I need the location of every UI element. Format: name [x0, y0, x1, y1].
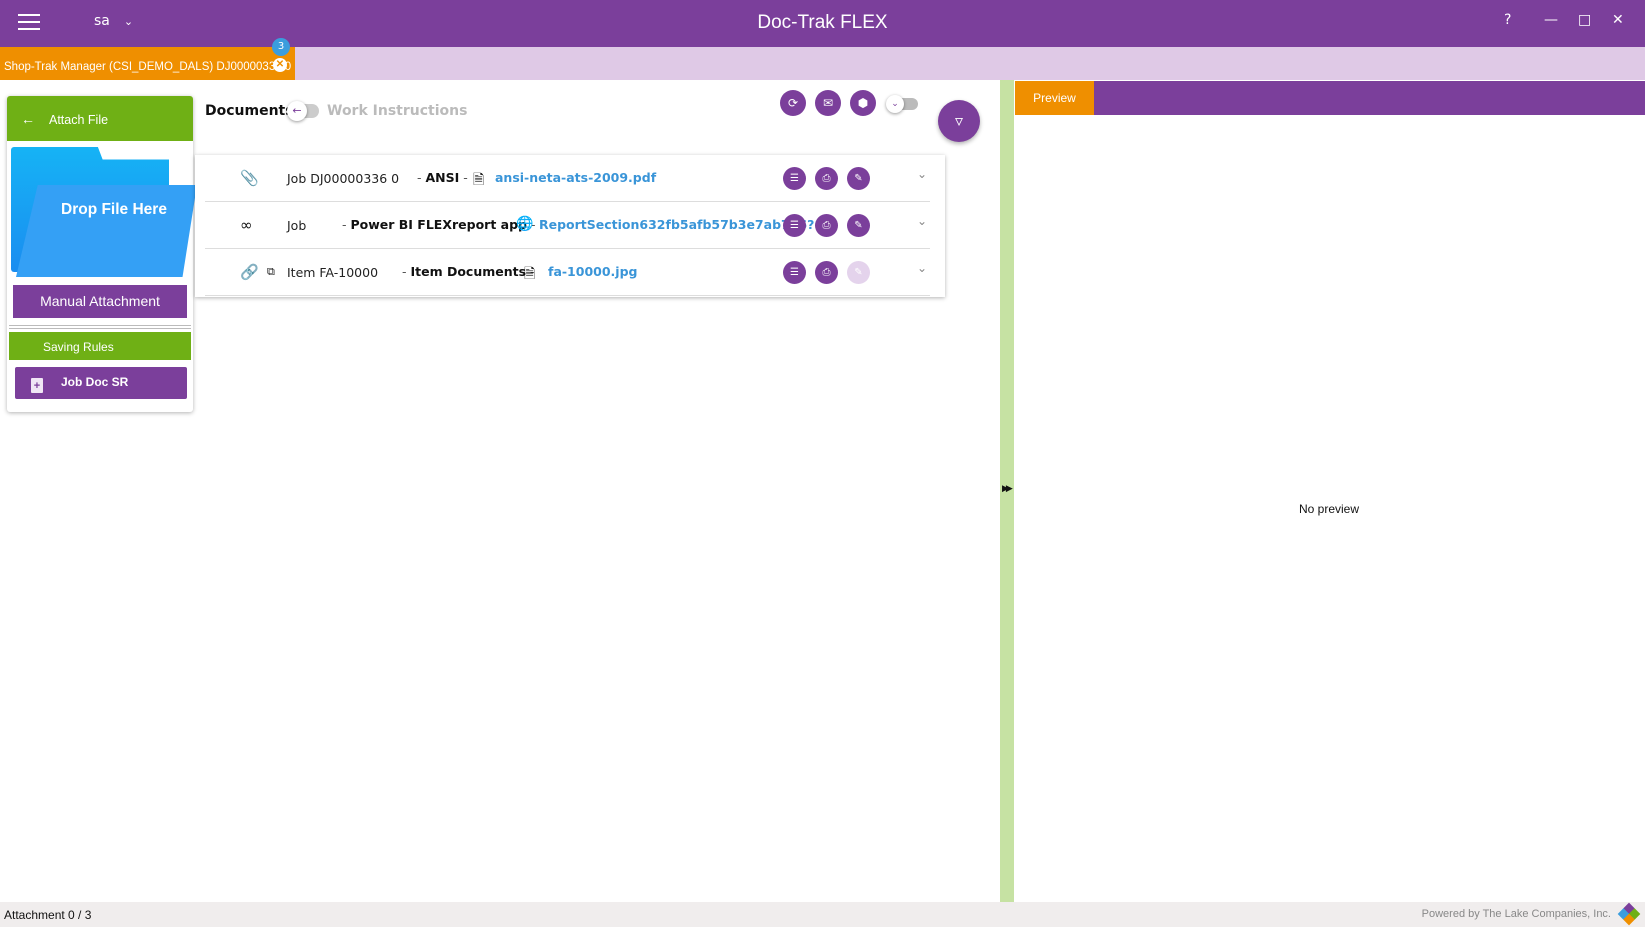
documents-label: Documents: [205, 103, 294, 119]
tab-preview[interactable]: Preview: [1015, 81, 1094, 115]
filter-icon: ▿: [954, 111, 964, 130]
chevron-down-icon[interactable]: ⌄: [917, 214, 927, 228]
globe-icon: 🌐: [516, 216, 534, 232]
document-file-link[interactable]: ansi-neta-ats-2009.pdf: [495, 170, 656, 185]
document-group: - Power BI FLEXreport app -: [342, 217, 536, 232]
attach-file-label: Attach File: [49, 113, 109, 127]
app-title: Doc-Trak FLEX: [757, 12, 888, 33]
drop-file-label: Drop File Here: [61, 201, 167, 218]
minimize-button[interactable]: —: [1544, 12, 1558, 28]
help-button[interactable]: ?: [1504, 12, 1511, 28]
tab-label: Shop-Trak Manager (CSI_DEMO_DALS) DJ0000…: [4, 61, 292, 73]
infinity-icon: ∞: [240, 216, 253, 234]
print-button[interactable]: ⎙: [815, 261, 838, 284]
filter-button[interactable]: ▿: [938, 100, 980, 142]
refresh-button[interactable]: ⟳: [780, 90, 806, 116]
refresh-icon: ⟳: [787, 96, 799, 110]
attachment-count: Attachment 0 / 3: [4, 908, 92, 922]
drop-zone[interactable]: Drop File Here: [11, 143, 197, 278]
hierarchy-button[interactable]: ☰: [783, 261, 806, 284]
document-context: Item FA-10000: [287, 265, 379, 280]
chevron-down-icon: ⌄: [886, 95, 904, 113]
tab-strip: Shop-Trak Manager (CSI_DEMO_DALS) DJ0000…: [0, 47, 1645, 80]
preview-tab-bar: Preview: [1015, 81, 1645, 115]
document-row[interactable]: 🔗 ⧉ Item FA-10000 - Item Documents - 🗎 f…: [205, 249, 930, 296]
hierarchy-button[interactable]: ☰: [783, 167, 806, 190]
document-row[interactable]: 📎 Job DJ00000336 0 - ANSI - 🗎 ansi-neta-…: [205, 155, 930, 202]
document-file-link[interactable]: ReportSection632fb5afb57b3e7ab776?: [539, 217, 814, 232]
arrow-left-icon: ←: [287, 101, 307, 121]
file-icon: 🗎: [473, 172, 485, 188]
add-file-icon: +: [31, 378, 43, 393]
package-button[interactable]: ⬢: [850, 90, 876, 116]
link-icon: 🔗: [240, 263, 259, 281]
paperclip-icon: 📎: [240, 169, 259, 187]
close-window-button[interactable]: ✕: [1612, 12, 1624, 28]
document-group: - ANSI -: [417, 170, 468, 185]
document-group: - Item Documents -: [402, 264, 535, 279]
print-button[interactable]: ⎙: [815, 167, 838, 190]
email-button[interactable]: ✉: [815, 90, 841, 116]
copy-icon: ⧉: [267, 265, 275, 278]
panel-splitter[interactable]: ▶▶: [1000, 80, 1014, 902]
title-bar: sa ⌄ Doc-Trak FLEX ? — □ ✕: [0, 0, 1645, 47]
print-button[interactable]: ⎙: [815, 214, 838, 237]
close-tab-icon[interactable]: ✕: [273, 58, 287, 72]
attach-panel: ← Attach File Drop File Here Manual Attac…: [7, 96, 197, 412]
file-icon: 🗎: [524, 266, 536, 282]
documents-work-instructions-toggle[interactable]: ←: [287, 101, 319, 121]
tab-shop-trak-manager[interactable]: Shop-Trak Manager (CSI_DEMO_DALS) DJ0000…: [0, 47, 295, 80]
collapse-arrows-icon[interactable]: ▶▶: [1002, 484, 1013, 494]
saving-rules-header: Saving Rules: [9, 332, 191, 360]
edit-button[interactable]: ✎: [847, 214, 870, 237]
arrow-left-icon: ←: [21, 111, 35, 127]
document-context: Job DJ00000336 0: [287, 171, 400, 186]
chevron-down-icon[interactable]: ⌄: [917, 167, 927, 181]
edit-button: ✎: [847, 261, 870, 284]
maximize-button[interactable]: □: [1578, 12, 1591, 28]
email-icon: ✉: [822, 96, 834, 110]
chevron-down-icon[interactable]: ⌄: [917, 261, 927, 275]
edit-button[interactable]: ✎: [847, 167, 870, 190]
attach-file-header[interactable]: ← Attach File: [7, 96, 193, 141]
document-row[interactable]: ∞ Job - Power BI FLEXreport app - 🌐 Repo…: [205, 202, 930, 249]
hierarchy-button[interactable]: ☰: [783, 214, 806, 237]
saving-rule-job-doc-sr[interactable]: + Job Doc SR: [15, 367, 187, 399]
document-file-link[interactable]: fa-10000.jpg: [548, 264, 637, 279]
no-preview-text: No preview: [1299, 502, 1360, 516]
document-context: Job: [287, 218, 307, 233]
divider: [9, 325, 191, 329]
powered-by: Powered by The Lake Companies, Inc.: [1421, 908, 1611, 920]
saving-rule-label: Job Doc SR: [61, 375, 129, 389]
company-logo-icon: [1617, 902, 1641, 926]
package-icon: ⬢: [857, 96, 869, 110]
tab-count-badge: 3: [272, 38, 290, 56]
manual-attachment-button[interactable]: Manual Attachment: [13, 285, 187, 318]
status-bar: Attachment 0 / 3 Powered by The Lake Com…: [0, 902, 1645, 927]
expand-all-toggle[interactable]: ⌄: [886, 95, 918, 113]
work-instructions-label: Work Instructions: [327, 103, 468, 119]
document-list: 📎 Job DJ00000336 0 - ANSI - 🗎 ansi-neta-…: [195, 155, 945, 297]
